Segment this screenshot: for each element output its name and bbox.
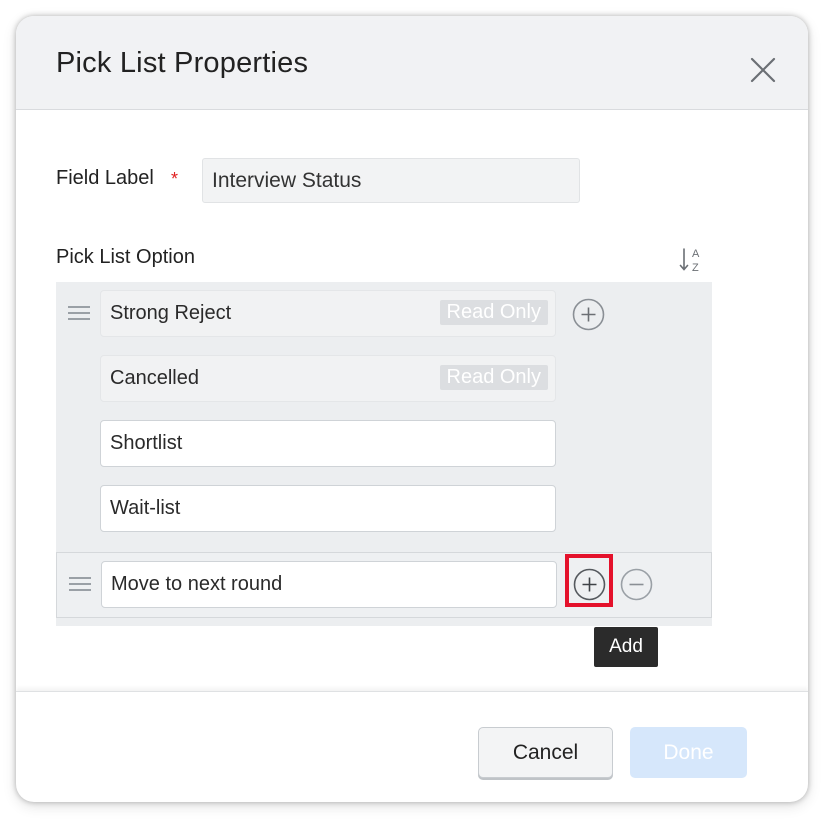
pick-list-options: Strong Reject Read Only Cancelled Read O… [56, 282, 712, 626]
required-marker: * [171, 169, 179, 189]
option-row: Shortlist [56, 412, 712, 477]
option-row: Cancelled Read Only [56, 347, 712, 412]
add-option-icon[interactable] [572, 298, 605, 331]
sort-az-icon[interactable]: A Z [678, 246, 706, 274]
option-input[interactable]: Wait-list [100, 485, 556, 532]
field-label-input[interactable]: Interview Status [202, 158, 580, 203]
sort-letter-a: A [692, 248, 700, 260]
option-row-active: Move to next round [56, 552, 712, 618]
dialog-header: Pick List Properties [16, 16, 808, 110]
sort-letter-z: Z [692, 262, 699, 274]
option-input[interactable]: Move to next round [101, 561, 557, 608]
drag-handle-icon[interactable] [69, 577, 91, 593]
field-label: Field Label [56, 167, 154, 189]
close-icon[interactable] [747, 54, 779, 86]
read-only-badge: Read Only [439, 365, 548, 390]
add-tooltip: Add [594, 627, 658, 667]
option-value: Cancelled [110, 367, 199, 389]
option-row: Wait-list [56, 477, 712, 542]
dialog-footer: Cancel Done [16, 691, 808, 802]
dialog-title: Pick List Properties [56, 47, 309, 79]
cancel-button[interactable]: Cancel [478, 727, 613, 778]
option-input: Cancelled Read Only [100, 355, 556, 402]
option-input[interactable]: Shortlist [100, 420, 556, 467]
pick-list-properties-dialog: Pick List Properties Field Label * Inter… [16, 16, 808, 802]
pick-list-option-label: Pick List Option [56, 246, 195, 268]
option-row: Strong Reject Read Only [56, 282, 712, 347]
drag-handle-icon[interactable] [68, 306, 90, 322]
done-button[interactable]: Done [630, 727, 747, 778]
option-input: Strong Reject Read Only [100, 290, 556, 337]
read-only-badge: Read Only [439, 300, 548, 325]
option-value: Strong Reject [110, 302, 232, 324]
add-option-icon[interactable] [573, 568, 606, 601]
remove-option-icon[interactable] [620, 568, 653, 601]
